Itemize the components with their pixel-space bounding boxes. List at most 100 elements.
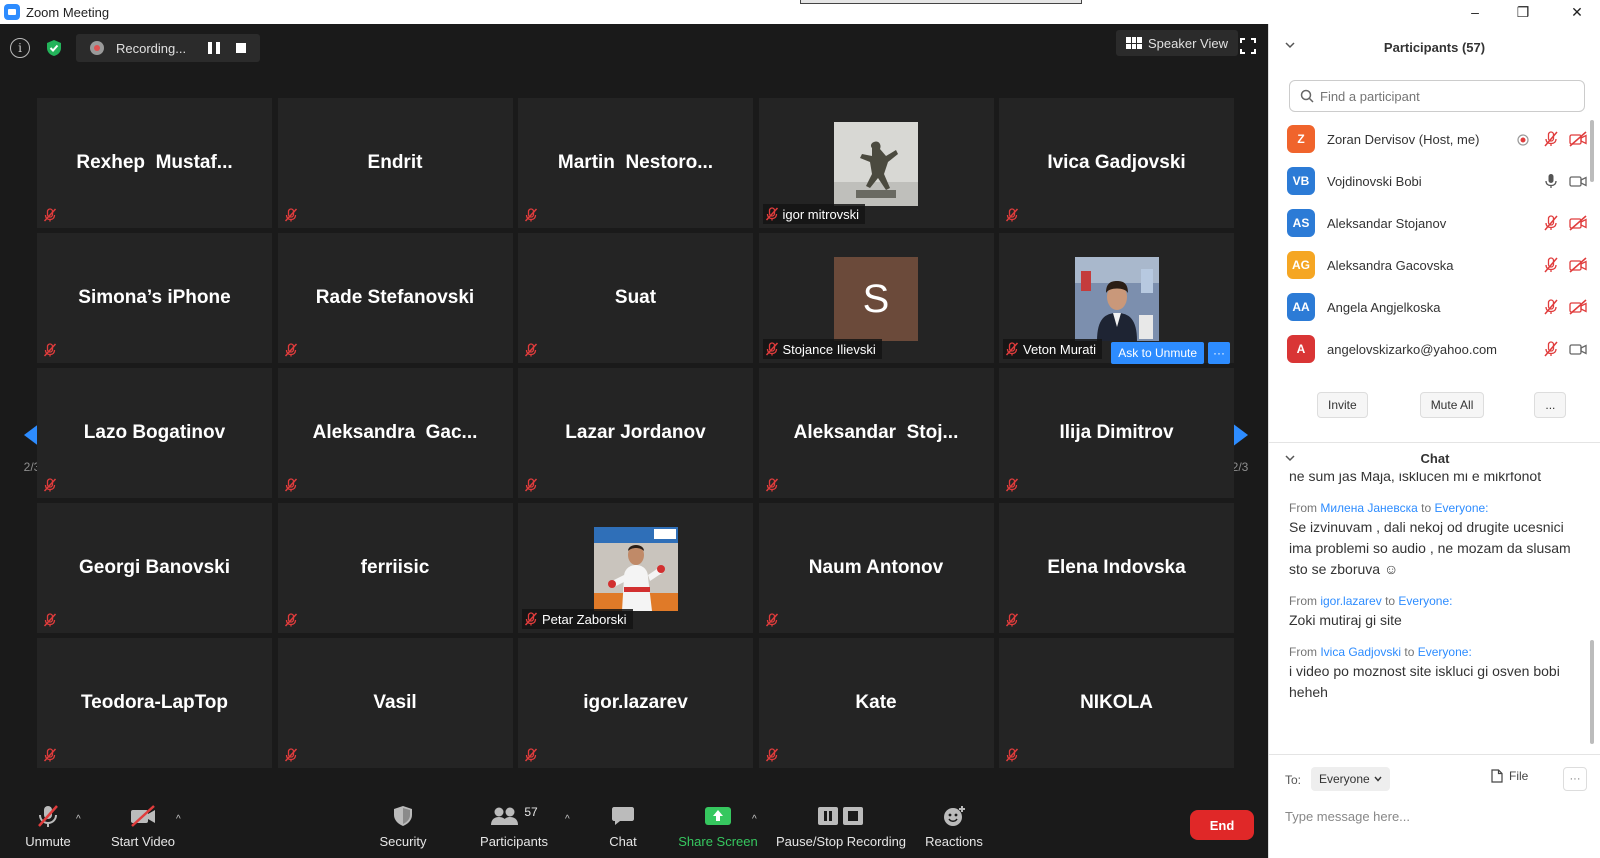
muted-mic-icon[interactable] (1543, 215, 1559, 231)
participant-name: Vasil (373, 692, 417, 713)
video-tile[interactable]: Suat (518, 233, 753, 363)
participants-more-button[interactable]: ... (1534, 392, 1567, 418)
recording-dot-icon (90, 41, 104, 55)
participants-button[interactable]: 57 Participants (474, 786, 554, 858)
muted-mic-icon[interactable] (1543, 257, 1559, 273)
share-screen-button[interactable]: Share Screen (678, 786, 758, 858)
video-tile[interactable]: Martin Nestoro... (518, 98, 753, 228)
participant-row[interactable]: AA Angela Angjelkoska (1269, 286, 1600, 328)
restore-button[interactable]: ❐ (1500, 0, 1546, 24)
ask-to-unmute-button[interactable]: Ask to Unmute (1111, 342, 1204, 364)
muted-mic-icon (284, 748, 298, 762)
video-tile[interactable]: Naum Antonov (758, 503, 994, 633)
video-tile[interactable]: Vasil (277, 638, 513, 768)
muted-mic-icon (284, 343, 298, 357)
video-tile[interactable]: Georgi Banovski (37, 503, 272, 633)
message-recipient[interactable]: Everyone: (1398, 594, 1452, 608)
muted-mic-icon (1005, 208, 1019, 222)
find-participant-input[interactable] (1320, 88, 1570, 104)
video-tile[interactable]: Petar Zaborski (518, 503, 753, 633)
pause-recording-icon[interactable] (208, 42, 220, 54)
participant-row-partial[interactable] (1269, 370, 1600, 378)
info-icon[interactable]: i (10, 38, 30, 58)
participant-name: igor mitrovski (782, 206, 860, 222)
mute-all-button[interactable]: Mute All (1419, 392, 1485, 418)
close-button[interactable]: ✕ (1554, 0, 1600, 24)
muted-mic-icon[interactable] (1543, 299, 1559, 315)
end-meeting-button[interactable]: End (1190, 810, 1254, 840)
stop-recording-icon[interactable] (236, 43, 246, 53)
security-button[interactable]: Security (372, 786, 434, 858)
video-tile[interactable]: S Stojance Ilievski (758, 233, 994, 363)
video-tile[interactable]: Endrit (277, 98, 513, 228)
message-input[interactable] (1285, 805, 1585, 827)
mic-icon[interactable] (1543, 173, 1559, 189)
video-tile[interactable]: Lazar Jordanov (518, 368, 753, 498)
message-recipient[interactable]: Everyone: (1434, 501, 1488, 515)
tile-more-button[interactable]: ··· (1208, 342, 1230, 364)
unmute-button[interactable]: Unmute (18, 786, 78, 858)
recording-icon (1517, 133, 1529, 146)
muted-mic-icon[interactable] (1543, 131, 1559, 147)
video-options-caret-icon[interactable]: ^ (176, 814, 181, 825)
start-video-button[interactable]: Start Video (108, 786, 178, 858)
video-tile[interactable]: Elena Indovska (999, 503, 1234, 633)
video-tile[interactable]: Simona’s iPhone (37, 233, 272, 363)
muted-mic-icon (43, 478, 57, 492)
from-prefix: From (1289, 501, 1317, 515)
video-tile[interactable]: ferriisic (277, 503, 513, 633)
video-tile[interactable]: Lazo Bogatinov (37, 368, 272, 498)
message-sender[interactable]: igor.lazarev (1320, 594, 1381, 608)
chat-button[interactable]: Chat (598, 786, 648, 858)
message-sender[interactable]: Ivica Gadjovski (1320, 645, 1401, 659)
video-icon (1569, 341, 1587, 357)
muted-mic-icon[interactable] (1543, 341, 1559, 357)
message-header: From Милена Јаневска to Everyone: (1269, 499, 1600, 517)
participants-scrollbar[interactable] (1590, 120, 1594, 182)
video-tile[interactable]: Ilija Dimitrov Ask to Unmute ··· (999, 342, 1234, 498)
video-tile[interactable]: Teodora-LapTop (37, 638, 272, 768)
participants-options-caret-icon[interactable]: ^ (565, 814, 570, 825)
chat-scrollbar[interactable] (1590, 640, 1594, 744)
statue-photo (834, 122, 918, 206)
video-tile-grid: Rexhep Mustaf... Endrit Martin Nestoro... i… (37, 98, 1234, 784)
video-tile[interactable]: igor mitrovski (758, 98, 994, 228)
find-participant-field[interactable] (1289, 80, 1585, 112)
video-tile[interactable]: Ivica Gadjovski (999, 98, 1234, 228)
participant-row[interactable]: Z Zoran Dervisov (Host, me) (1269, 118, 1600, 160)
encryption-shield-icon[interactable] (44, 38, 64, 58)
collapse-participants-chevron-icon[interactable] (1285, 40, 1295, 50)
participant-row[interactable]: VB Vojdinovski Bobi (1269, 160, 1600, 202)
from-prefix: From (1289, 645, 1317, 659)
muted-mic-icon (37, 804, 59, 828)
security-label: Security (379, 834, 427, 849)
video-tile[interactable]: Rexhep Mustaf... (37, 98, 272, 228)
video-tile[interactable]: Kate (758, 638, 994, 768)
share-screen-label: Share Screen (678, 834, 758, 849)
minimize-button[interactable]: – (1452, 0, 1498, 24)
recipient-select[interactable]: Everyone (1311, 767, 1390, 791)
muted-mic-icon (765, 748, 779, 762)
video-tile[interactable]: NIKOLA (999, 638, 1234, 768)
audio-options-caret-icon[interactable]: ^ (76, 814, 81, 825)
invite-button[interactable]: Invite (1317, 392, 1368, 418)
video-tile[interactable]: igor.lazarev (518, 638, 753, 768)
fullscreen-icon[interactable] (1240, 38, 1256, 54)
participant-name: Rexhep Mustaf... (76, 152, 233, 173)
video-tile[interactable]: Rade Stefanovski (277, 233, 513, 363)
pause-stop-recording-button[interactable]: Pause/Stop Recording (776, 786, 906, 858)
video-tile[interactable]: Aleksandra Gac... (277, 368, 513, 498)
participant-row[interactable]: Aangelovskizarko@yahoo.com (1269, 328, 1600, 370)
message-text: Se izvinuvam , dali nekoj od drugite uce… (1289, 519, 1571, 577)
participant-row[interactable]: AG Aleksandra Gacovska (1269, 244, 1600, 286)
video-tile[interactable]: Aleksandar Stoj... (758, 368, 994, 498)
chat-more-button[interactable]: ··· (1563, 767, 1587, 791)
message-sender[interactable]: Милена Јаневска (1320, 501, 1417, 515)
share-options-caret-icon[interactable]: ^ (752, 814, 757, 825)
speaker-view-button[interactable]: Speaker View (1116, 30, 1238, 56)
file-button[interactable]: File (1491, 769, 1528, 783)
message-recipient[interactable]: Everyone: (1418, 645, 1472, 659)
participant-row[interactable]: AS Aleksandar Stojanov (1269, 202, 1600, 244)
message-header: From igor.lazarev to Everyone: (1269, 592, 1600, 610)
reactions-button[interactable]: Reactions (924, 786, 984, 858)
